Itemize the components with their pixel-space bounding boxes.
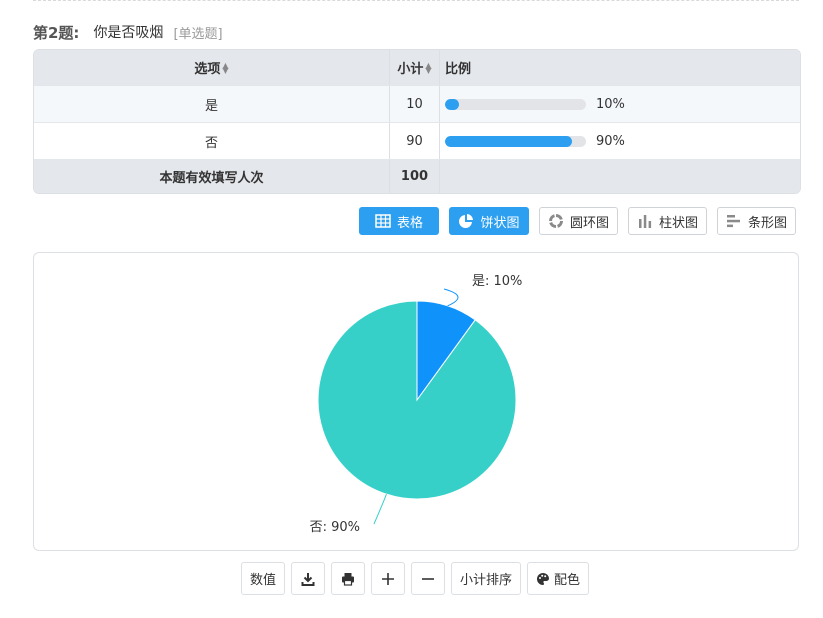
pie-chart: 是: 10% 否: 90% — [310, 274, 523, 535]
survey-result-page: 第2题: 你是否吸烟 [单选题] 选项 ▲ ▼ 小计 ▲ ▼ 比例 是 10 1… — [0, 0, 823, 618]
view-switcher: 表格 饼状图 圆环图 柱状图 条形图 — [359, 207, 806, 235]
zoom-in-button[interactable] — [371, 562, 406, 595]
option-cell: 是 — [204, 98, 218, 114]
sort-by-count-button[interactable]: 小计排序 — [451, 562, 522, 595]
plus-icon — [382, 572, 395, 585]
count-cell: 90 — [406, 133, 423, 149]
pie-data-label: 是: 10% — [472, 274, 522, 289]
question-type: [单选题] — [173, 26, 223, 42]
ratio-column-header: 比例 — [440, 50, 800, 85]
table-header-row: 选项 ▲ ▼ 小计 ▲ ▼ 比例 — [34, 50, 800, 86]
ratio-header-label: 比例 — [445, 62, 472, 77]
donut-icon — [549, 214, 563, 228]
color-scheme-label: 配色 — [554, 573, 581, 588]
question-number: 第2题: — [33, 23, 80, 42]
table-row: 是 10 10% — [34, 86, 800, 123]
column-view-button[interactable]: 柱状图 — [628, 207, 708, 235]
column-chart-icon — [639, 215, 652, 228]
bar-view-label: 条形图 — [748, 215, 788, 231]
stats-table: 选项 ▲ ▼ 小计 ▲ ▼ 比例 是 10 10% 否 90 90% 本题有效填… — [33, 49, 801, 194]
bar-chart-icon — [727, 215, 741, 228]
pie-data-label: 否: 90% — [310, 520, 360, 535]
total-label: 本题有效填写人次 — [159, 171, 264, 186]
zoom-out-button[interactable] — [411, 562, 446, 595]
question-title: 你是否吸烟 — [93, 25, 164, 41]
chart-panel: 是: 10% 否: 90% — [33, 252, 799, 551]
palette-icon — [537, 572, 550, 585]
count-cell: 10 — [406, 96, 423, 112]
donut-view-label: 圆环图 — [570, 215, 610, 231]
table-total-row: 本题有效填写人次 100 — [34, 160, 800, 193]
pie-slice[interactable] — [317, 300, 517, 500]
option-header-label: 选项 — [194, 62, 221, 77]
sort-icon[interactable]: ▲ ▼ — [222, 61, 228, 74]
values-label: 数值 — [250, 573, 277, 588]
table-view-label: 表格 — [396, 215, 423, 231]
option-cell: 否 — [204, 135, 218, 151]
question-header: 第2题: 你是否吸烟 [单选题] — [33, 20, 223, 44]
donut-view-button[interactable]: 圆环图 — [539, 207, 619, 235]
label-leader-line — [443, 288, 459, 307]
label-leader-line — [373, 494, 387, 525]
count-column-header[interactable]: 小计 ▲ ▼ — [390, 50, 440, 85]
count-header-label: 小计 — [397, 62, 424, 77]
table-icon — [375, 214, 391, 228]
bar-view-button[interactable]: 条形图 — [717, 207, 797, 235]
column-view-label: 柱状图 — [659, 215, 699, 231]
print-button[interactable] — [331, 562, 366, 595]
top-divider — [33, 0, 799, 1]
ratio-bar — [445, 135, 586, 147]
ratio-bar-fill — [445, 98, 460, 110]
table-view-button[interactable]: 表格 — [359, 207, 439, 235]
ratio-percent: 10% — [596, 96, 625, 112]
sort-by-count-label: 小计排序 — [460, 573, 513, 588]
sort-icon[interactable]: ▲ ▼ — [425, 61, 431, 74]
download-button[interactable] — [291, 562, 326, 595]
chart-toolbar: 数值 小计排序 配色 — [241, 562, 595, 595]
print-icon — [342, 572, 355, 586]
total-value: 100 — [400, 169, 429, 184]
values-button[interactable]: 数值 — [241, 562, 286, 595]
pie-view-label: 饼状图 — [480, 215, 520, 231]
ratio-bar — [445, 98, 586, 110]
minus-icon — [422, 577, 435, 580]
download-icon — [301, 572, 315, 586]
table-row: 否 90 90% — [34, 123, 800, 160]
color-scheme-button[interactable]: 配色 — [527, 562, 590, 595]
pie-view-button[interactable]: 饼状图 — [449, 207, 529, 235]
option-column-header[interactable]: 选项 ▲ ▼ — [34, 50, 390, 85]
ratio-percent: 90% — [596, 133, 625, 149]
pie-icon — [459, 214, 474, 228]
ratio-bar-fill — [445, 135, 572, 147]
